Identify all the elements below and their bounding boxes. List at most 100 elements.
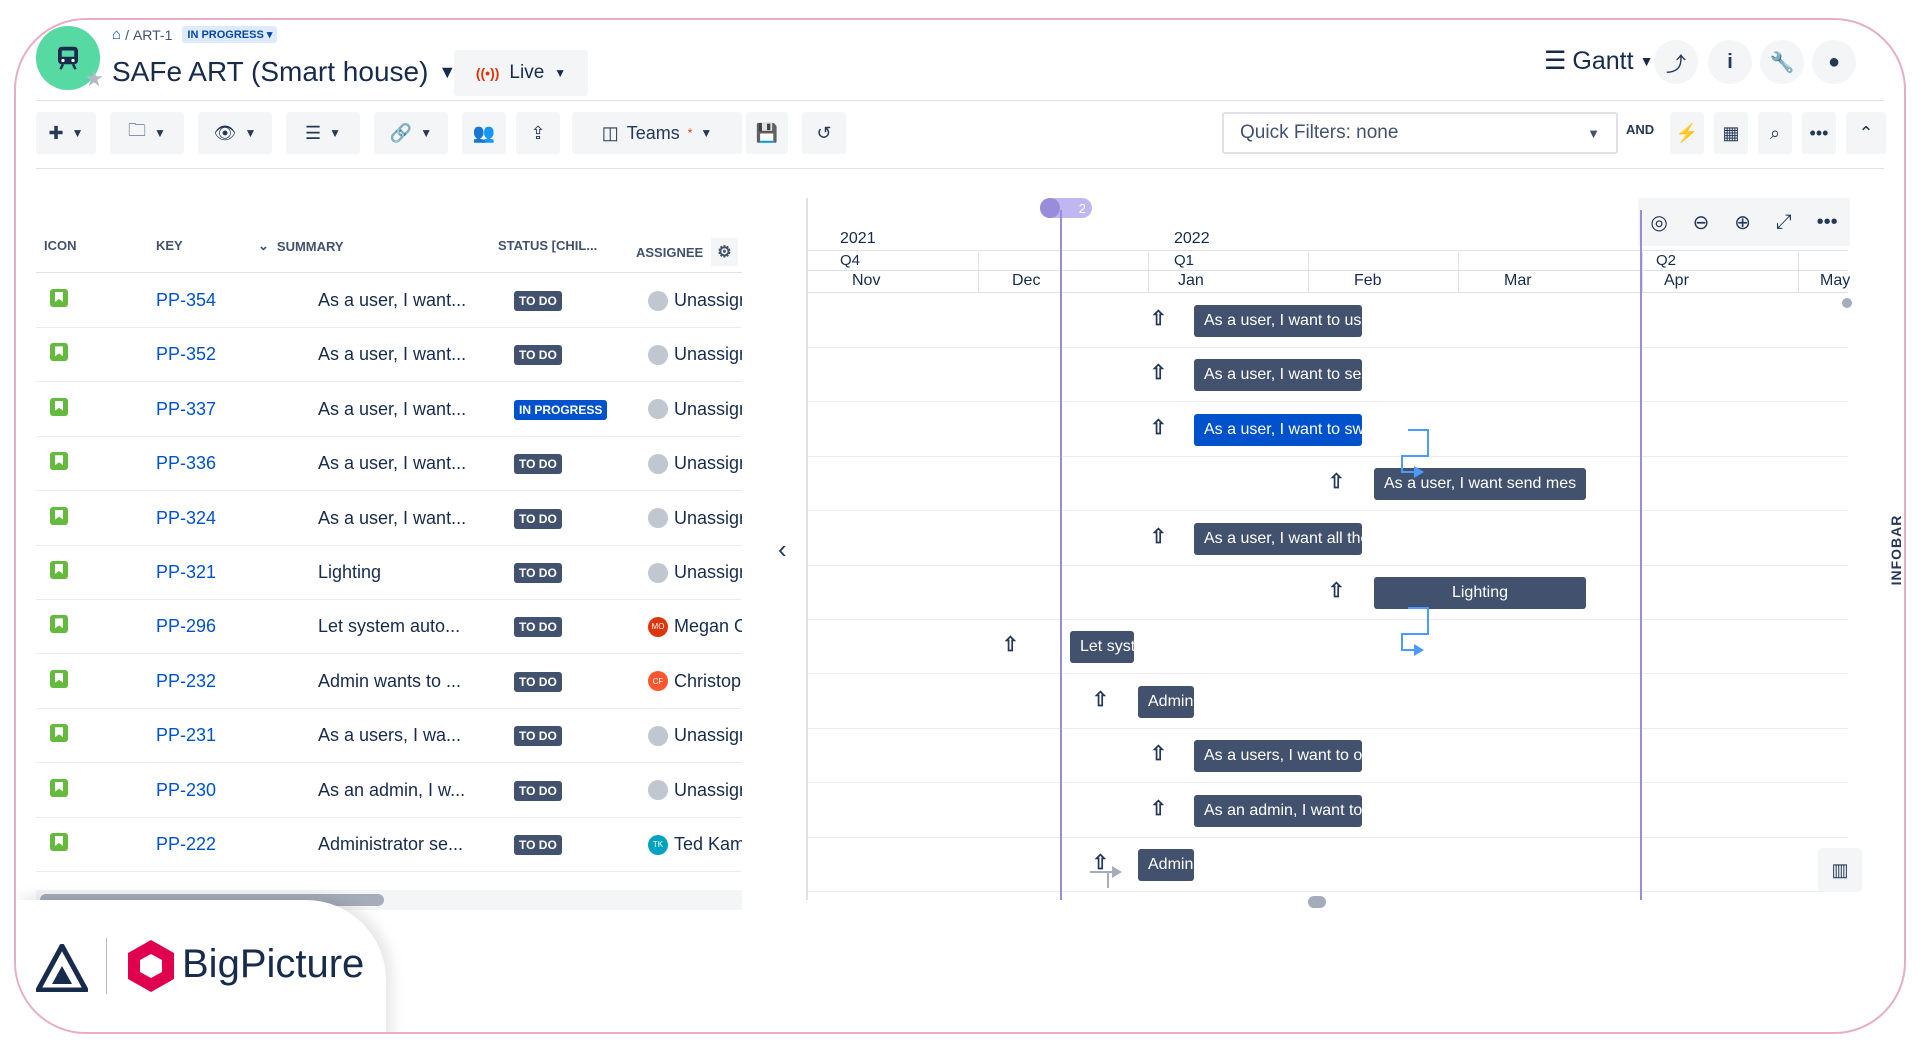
breadcrumb-item[interactable]: ART-1 — [133, 27, 172, 43]
map-icon: ▥ — [1831, 859, 1849, 880]
train-icon — [58, 46, 78, 70]
view-options-button[interactable]: 👁 ▼ — [198, 112, 272, 154]
home-icon[interactable]: ⌂ — [112, 26, 121, 43]
column-header-summary[interactable]: ⌄ SUMMARY — [258, 238, 344, 254]
undo-icon: ↺ — [816, 122, 832, 143]
column-header-icon[interactable]: ICON — [44, 238, 77, 253]
quick-filters-select[interactable]: Quick Filters: none ▼ — [1222, 112, 1618, 154]
assignee[interactable]: Unassign — [648, 290, 742, 311]
issue-summary[interactable]: As a user, I want... — [318, 508, 474, 529]
issue-summary[interactable]: As an admin, I w... — [318, 780, 474, 801]
users-button[interactable]: 👥 — [462, 112, 506, 154]
live-button[interactable]: ((•)) Live ▼ — [454, 50, 588, 96]
add-button[interactable]: ✚ ▼ — [36, 112, 96, 154]
table-row[interactable]: PP-230 As an admin, I w... TO DO Unassign — [36, 764, 742, 818]
view-selector[interactable]: ☰ Gantt ▼ — [1544, 46, 1653, 76]
undo-button[interactable]: ↺ — [802, 112, 846, 154]
issue-key[interactable]: PP-336 — [156, 453, 216, 474]
issue-summary[interactable]: Admin wants to ... — [318, 671, 474, 692]
column-header-status[interactable]: STATUS [CHIL... — [498, 238, 597, 253]
project-avatar[interactable]: ★ — [36, 26, 104, 91]
table-row[interactable]: PP-337 As a user, I want... IN PROGRESS Una… — [36, 383, 742, 437]
issue-key[interactable]: PP-296 — [156, 616, 216, 637]
issue-summary[interactable]: Let system auto... — [318, 616, 474, 637]
table-row[interactable]: PP-336 As a user, I want... TO DO Unassign — [36, 437, 742, 492]
collapse-toolbar-button[interactable]: ⌃ — [1846, 112, 1886, 154]
status-badge[interactable]: TO DO — [514, 345, 562, 366]
issue-key[interactable]: PP-354 — [156, 290, 216, 311]
issue-summary[interactable]: As a user, I want... — [318, 290, 474, 311]
issue-key[interactable]: PP-230 — [156, 780, 216, 801]
calendar-button[interactable]: ▦ — [1714, 112, 1748, 154]
status-badge[interactable]: TO DO — [514, 780, 562, 801]
status-badge[interactable]: TO DO — [514, 454, 562, 475]
export-button[interactable]: ⇪ — [516, 112, 560, 154]
eye-icon: 👁 — [213, 122, 237, 143]
issue-key[interactable]: PP-231 — [156, 725, 216, 746]
issue-key[interactable]: PP-222 — [156, 834, 216, 855]
status-badge[interactable]: TO DO — [514, 508, 562, 529]
table-row[interactable]: PP-352 As a user, I want... TO DO Unassign — [36, 328, 742, 383]
more-button[interactable]: ••• — [1802, 112, 1836, 154]
assignee[interactable]: CFChristoph — [648, 671, 742, 692]
status-badge[interactable]: TO DO — [514, 291, 562, 311]
user-icon[interactable]: ● — [1812, 40, 1856, 84]
teams-dropdown[interactable]: ◫ Teams * ▼ — [572, 112, 742, 154]
assignee[interactable]: Unassign — [648, 725, 742, 746]
issue-summary[interactable]: As a users, I wa... — [318, 725, 474, 746]
status-badge[interactable]: IN PROGRESS — [514, 399, 608, 420]
status-badge[interactable]: TO DO — [514, 563, 562, 583]
column-header-key[interactable]: KEY — [156, 238, 183, 253]
status-badge[interactable]: TO DO — [514, 671, 562, 692]
issue-summary[interactable]: Lighting — [318, 562, 474, 583]
table-row[interactable]: PP-296 Let system auto... TO DO MO Megan O — [36, 600, 742, 655]
link-button[interactable]: 🔗 ▼ — [374, 112, 448, 154]
assignee[interactable]: Unassign — [648, 453, 742, 474]
save-button[interactable]: 💾 — [746, 112, 788, 154]
assignee[interactable]: MO Megan O — [648, 616, 742, 637]
assignee[interactable]: TK Ted Kami — [648, 834, 742, 855]
status-badge[interactable]: IN PROGRESS ▾ — [182, 26, 278, 43]
issue-summary[interactable]: As a user, I want... — [318, 453, 474, 474]
issue-summary[interactable]: As a user, I want... — [318, 399, 474, 420]
page-title[interactable]: SAFe ART (Smart house) ▼ — [112, 56, 456, 88]
map-button[interactable]: ▥ — [1818, 848, 1862, 892]
assignee[interactable]: Unassign — [648, 562, 742, 583]
issue-summary[interactable]: Administrator se... — [318, 834, 474, 855]
issue-key[interactable]: PP-352 — [156, 344, 216, 365]
table-row[interactable]: PP-222 Administrator se... TO DO TK Ted Kami — [36, 818, 742, 872]
table-row[interactable]: PP-354 As a user, I want... TO DO Unassign — [36, 274, 742, 328]
avatar — [648, 562, 668, 583]
assignee[interactable]: Unassign — [648, 399, 742, 420]
table-row[interactable]: PP-231 As a users, I wa... TO DO Unassign — [36, 709, 742, 764]
gantt-scrollbar[interactable] — [1308, 896, 1326, 908]
status-badge[interactable]: TO DO — [514, 726, 562, 747]
info-icon[interactable]: i — [1708, 40, 1752, 84]
list-button[interactable]: ☰ ▼ — [286, 112, 360, 154]
table-row[interactable]: PP-321 Lighting TO DO Unassign — [36, 546, 742, 600]
issue-key[interactable]: PP-321 — [156, 562, 216, 583]
column-header-assignee[interactable]: ASSIGNEE ⚙ — [636, 238, 738, 266]
issue-key[interactable]: PP-337 — [156, 399, 216, 420]
assignee[interactable]: Unassign — [648, 344, 742, 365]
share-icon[interactable]: ⤴ — [1654, 40, 1698, 84]
status-badge[interactable]: TO DO — [514, 617, 562, 638]
folder-button[interactable]: 🗀 ▼ — [110, 112, 184, 154]
issue-key[interactable]: PP-324 — [156, 508, 216, 529]
status-badge[interactable]: TO DO — [514, 835, 562, 855]
issue-key[interactable]: PP-232 — [156, 671, 216, 692]
vertical-scrollbar[interactable] — [1842, 298, 1852, 308]
gear-icon[interactable]: ⚙ — [711, 238, 738, 266]
search-button[interactable]: ⌕ — [1758, 112, 1792, 154]
favorite-star-icon[interactable]: ★ — [84, 66, 104, 92]
issue-summary[interactable]: As a user, I want... — [318, 344, 474, 365]
lightning-button[interactable]: ⚡ — [1670, 112, 1704, 154]
infobar-toggle[interactable]: INFOBAR — [1888, 515, 1904, 586]
collapse-panel-icon[interactable]: ‹ — [778, 534, 787, 565]
assignee[interactable]: Unassign — [648, 508, 742, 529]
wrench-icon[interactable]: 🔧 — [1760, 40, 1804, 84]
table-row[interactable]: PP-232 Admin wants to ... TO DO CFChristoph — [36, 655, 742, 709]
and-toggle[interactable]: AND — [1626, 122, 1654, 137]
assignee[interactable]: Unassign — [648, 780, 742, 801]
table-row[interactable]: PP-324 As a user, I want... TO DO Unassign — [36, 492, 742, 546]
